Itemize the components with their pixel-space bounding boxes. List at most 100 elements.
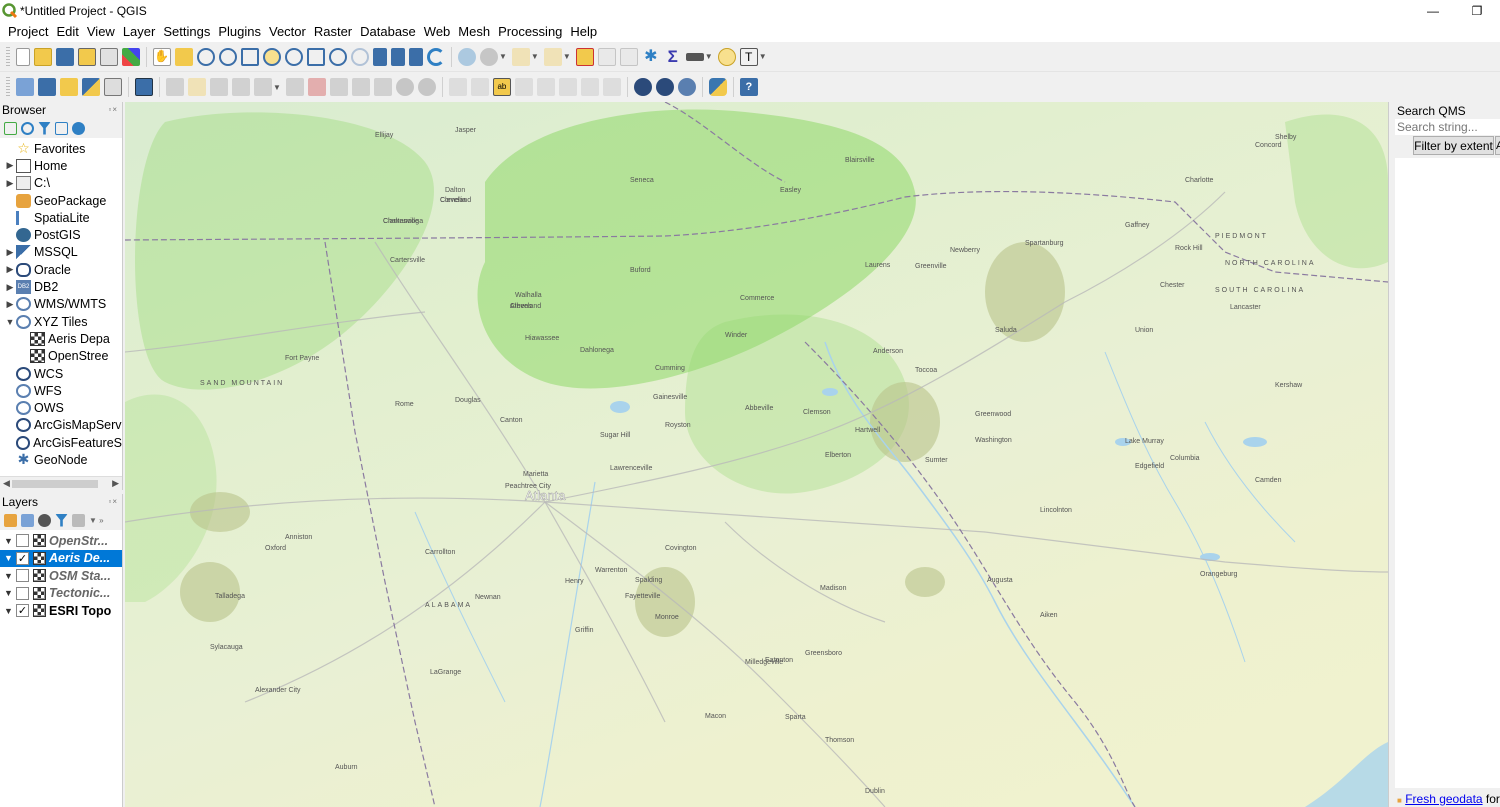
- collapse-arrow-icon[interactable]: ▼: [4, 588, 16, 598]
- open-project-icon[interactable]: [34, 47, 52, 66]
- undo-icon[interactable]: [395, 78, 414, 96]
- zoom-native-icon[interactable]: [307, 47, 325, 66]
- help-icon[interactable]: ?: [739, 78, 758, 96]
- print-layout-icon[interactable]: [100, 47, 118, 66]
- expand-arrow-icon[interactable]: ▶: [4, 178, 16, 189]
- qms-search-icon[interactable]: [655, 78, 674, 96]
- collapse-arrow-icon[interactable]: ▼: [4, 553, 16, 563]
- map-canvas[interactable]: Chattanooga Cleveland Athens Atlanta Mariett…: [125, 102, 1388, 807]
- qms-web-icon[interactable]: [677, 78, 696, 96]
- add-group-icon[interactable]: [21, 513, 34, 527]
- panel-float-close-icon[interactable]: ▫×: [108, 102, 118, 118]
- menu-plugins[interactable]: Plugins: [214, 22, 265, 42]
- save-as-icon[interactable]: [78, 47, 96, 66]
- panel-float-close-icon[interactable]: ▫×: [108, 494, 118, 510]
- save-project-icon[interactable]: [56, 47, 74, 66]
- add-feature-icon[interactable]: [232, 78, 250, 96]
- new-scratch-layer-icon[interactable]: [104, 78, 122, 96]
- current-edits-icon[interactable]: [166, 78, 184, 96]
- pin-labels-icon[interactable]: [470, 78, 489, 96]
- expand-arrow-icon[interactable]: ▶: [4, 247, 16, 258]
- menu-vector[interactable]: Vector: [265, 22, 310, 42]
- collapse-all-icon[interactable]: [55, 121, 68, 135]
- pan-to-selection-icon[interactable]: [175, 47, 193, 66]
- zoom-last-icon[interactable]: [329, 47, 347, 66]
- redo-icon[interactable]: [417, 78, 436, 96]
- browser-item[interactable]: ✱ GeoNode: [0, 451, 122, 468]
- new-geopackage-icon[interactable]: [38, 78, 56, 96]
- scroll-thumb[interactable]: [12, 480, 98, 488]
- new-shapefile-icon[interactable]: [60, 78, 78, 96]
- menu-web[interactable]: Web: [420, 22, 455, 42]
- action-icon[interactable]: [480, 47, 498, 66]
- measure-icon[interactable]: [685, 52, 704, 61]
- delete-selected-icon[interactable]: [307, 78, 326, 96]
- new-spatialite-icon[interactable]: [82, 78, 100, 96]
- minimize-button[interactable]: —: [1410, 0, 1456, 22]
- pan-icon[interactable]: ✋: [153, 47, 171, 66]
- modify-attributes-icon[interactable]: [285, 78, 304, 96]
- browser-item[interactable]: ▶ WMS/WMTS: [0, 296, 122, 313]
- menu-view[interactable]: View: [83, 22, 119, 42]
- scroll-left-icon[interactable]: ◀: [3, 478, 10, 489]
- new-virtual-layer-icon[interactable]: [135, 78, 153, 96]
- text-annotation-icon[interactable]: T: [739, 47, 758, 66]
- layer-item[interactable]: ▼ OSM Sta...: [0, 567, 122, 585]
- python-console-icon[interactable]: [708, 78, 727, 96]
- more-options-icon[interactable]: ▼ »: [89, 516, 104, 525]
- save-edits-icon[interactable]: [210, 78, 228, 96]
- move-label-icon[interactable]: [536, 78, 555, 96]
- statistical-summary-icon[interactable]: Σ: [664, 47, 682, 66]
- collapse-arrow-icon[interactable]: ▼: [4, 606, 16, 616]
- vertex-tool-icon[interactable]: [254, 78, 272, 96]
- collapse-arrow-icon[interactable]: ▼: [4, 317, 16, 327]
- menu-mesh[interactable]: Mesh: [454, 22, 494, 42]
- browser-item[interactable]: ArcGisFeatureS: [0, 434, 122, 451]
- browser-item[interactable]: WCS: [0, 365, 122, 382]
- layer-styling-icon[interactable]: [4, 513, 17, 527]
- browser-item[interactable]: ▼ XYZ Tiles: [0, 313, 122, 330]
- qms-results-list[interactable]: [1395, 158, 1500, 788]
- layer-visibility-checkbox[interactable]: [16, 586, 29, 600]
- cut-features-icon[interactable]: [329, 78, 348, 96]
- browser-item[interactable]: Aeris Depa: [0, 330, 122, 347]
- change-label-icon[interactable]: [580, 78, 599, 96]
- new-bookmark-icon[interactable]: [373, 47, 387, 66]
- copy-features-icon[interactable]: [351, 78, 370, 96]
- layer-item[interactable]: ▼ OpenStr...: [0, 532, 122, 550]
- map-tips-icon[interactable]: [717, 47, 736, 66]
- quickmapservices-icon[interactable]: [633, 78, 652, 96]
- zoom-out-icon[interactable]: [219, 47, 237, 66]
- browser-item[interactable]: ArcGisMapServ: [0, 417, 122, 434]
- browser-item[interactable]: ☆ Favorites: [0, 140, 122, 157]
- maximize-button[interactable]: ❐: [1454, 0, 1500, 22]
- zoom-full-icon[interactable]: [241, 47, 259, 66]
- show-hide-labels-icon[interactable]: [514, 78, 533, 96]
- label-toolbar-icon[interactable]: [448, 78, 467, 96]
- manage-visibility-icon[interactable]: [38, 513, 51, 527]
- layer-visibility-checkbox[interactable]: [16, 534, 29, 548]
- temporal-controller-icon[interactable]: [409, 47, 423, 66]
- qms-extra-button[interactable]: A: [1495, 136, 1500, 155]
- toolbar-grip[interactable]: [6, 46, 10, 67]
- zoom-selection-icon[interactable]: [263, 47, 281, 66]
- filter-legend-icon[interactable]: [55, 513, 68, 527]
- layer-labeling-icon[interactable]: ab: [492, 78, 511, 96]
- attribute-table-icon[interactable]: [597, 47, 616, 66]
- select-value-icon[interactable]: [543, 47, 562, 66]
- expand-arrow-icon[interactable]: ▶: [4, 282, 16, 293]
- browser-item[interactable]: OWS: [0, 399, 122, 416]
- fresh-geodata-link[interactable]: Fresh geodata: [1405, 792, 1482, 806]
- show-bookmarks-icon[interactable]: [391, 47, 405, 66]
- collapse-arrow-icon[interactable]: ▼: [4, 571, 16, 581]
- new-project-icon[interactable]: [16, 47, 30, 66]
- select-features-icon[interactable]: [511, 47, 530, 66]
- label-properties-icon[interactable]: [602, 78, 621, 96]
- browser-item[interactable]: GeoPackage: [0, 192, 122, 209]
- topo-map[interactable]: ChattanoogaClevelandAthensAtlantaMariett…: [125, 102, 1388, 807]
- refresh-icon[interactable]: [21, 121, 34, 135]
- refresh-icon[interactable]: [427, 47, 445, 66]
- paste-features-icon[interactable]: [373, 78, 392, 96]
- scroll-right-icon[interactable]: ▶: [112, 478, 119, 489]
- data-source-manager-icon[interactable]: [16, 78, 34, 96]
